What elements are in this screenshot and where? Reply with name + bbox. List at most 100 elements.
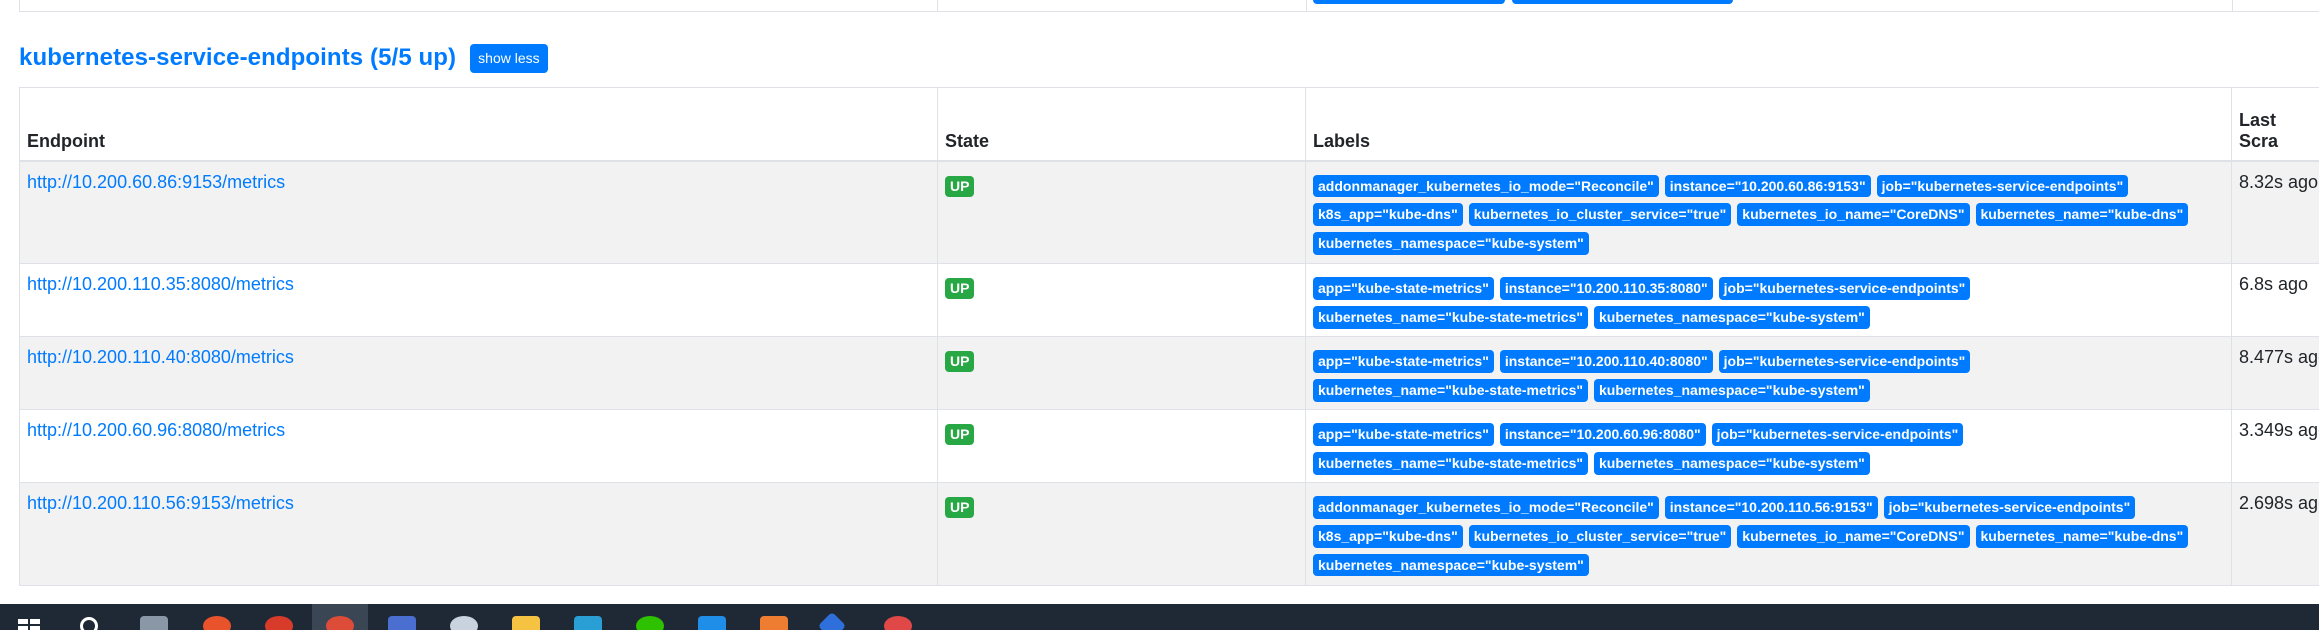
app-orange-icon[interactable] [203, 616, 231, 630]
label-badge: kubernetes_name="kube-dns" [1975, 203, 2189, 227]
label-badge: kubernetes_namespace="kube-system" [1313, 553, 1589, 577]
targets-table: Endpoint State Labels Last Scra http://1… [19, 87, 2319, 586]
endpoint-link[interactable]: http://10.200.60.86:9153/metrics [27, 172, 285, 192]
label-badge: kubernetes_io_cluster_service="true" [1468, 203, 1732, 227]
label-badge: job="kubernetes-service-endpoints" [1718, 350, 1971, 373]
show-less-button[interactable]: show less [470, 44, 548, 73]
column-header-state: State [937, 87, 1306, 162]
label-badge: kubernetes_namespace="kube-system" [1594, 451, 1870, 475]
column-header-last-scrape: Last Scra [2231, 87, 2319, 162]
label-badge: instance="10.200.60.96:8080" [1499, 423, 1706, 446]
labels-cell: addonmanager_kubernetes_io_mode="Reconci… [1305, 482, 2232, 586]
labels-list: app="kube-state-metrics" instance="10.20… [1313, 347, 2224, 402]
state-cell: UP [937, 160, 1306, 264]
label-badge: kubernetes_namespace="kube-system" [1594, 305, 1870, 329]
app-red-icon[interactable] [265, 616, 293, 630]
windows-taskbar [0, 604, 2319, 630]
last-scrape-cell: 8.477s ago [2231, 336, 2319, 410]
endpoint-cell: http://10.200.110.35:8080/metrics [19, 263, 938, 337]
endpoint-cell: http://10.200.110.56:9153/metrics [19, 482, 938, 586]
label-badge: kubernetes_io_cluster_service="true" [1468, 524, 1732, 548]
label-badge: job="kubernetes-service-endpoints" [1883, 496, 2136, 519]
endpoint-link[interactable]: http://10.200.60.96:8080/metrics [27, 420, 285, 440]
section-heading: kubernetes-service-endpoints (5/5 up) sh… [19, 44, 548, 73]
state-cell: UP [937, 409, 1306, 483]
blue-diamond-icon[interactable] [817, 611, 847, 630]
state-cell: UP [937, 482, 1306, 586]
endpoint-link[interactable]: http://10.200.110.56:9153/metrics [27, 493, 294, 513]
label-badge: kubernetes_namespace="kube-system" [1313, 232, 1589, 255]
label-badge: kubernetes_name="kube-state-metrics" [1313, 305, 1588, 329]
column-header-labels: Labels [1305, 87, 2232, 162]
label-badge: job="kubernetes-service-endpoints" [1718, 277, 1971, 300]
orange-tool-icon[interactable] [760, 616, 788, 630]
steam-icon[interactable] [450, 616, 478, 630]
labels-cell: app="kube-state-metrics" instance="10.20… [1305, 336, 2232, 410]
document-icon[interactable] [388, 616, 416, 630]
last-scrape-value: 3.349s ago [2239, 420, 2319, 440]
previous-label-badge [1313, 0, 1505, 4]
table-row: http://10.200.60.96:8080/metrics UP app=… [19, 409, 2319, 483]
labels-cell: app="kube-state-metrics" instance="10.20… [1305, 263, 2232, 337]
label-badge: addonmanager_kubernetes_io_mode="Reconci… [1313, 496, 1659, 519]
arrow-app-icon[interactable] [698, 616, 726, 630]
chrome-icon[interactable] [326, 616, 354, 630]
previous-label-badge [1512, 0, 1733, 4]
previous-table-divider [1306, 0, 1307, 11]
calculator-icon[interactable] [140, 616, 168, 630]
last-scrape-value: 8.477s ago [2239, 347, 2319, 367]
labels-list: addonmanager_kubernetes_io_mode="Reconci… [1313, 493, 2224, 577]
last-scrape-value: 2.698s ago [2239, 493, 2319, 513]
label-badge: k8s_app="kube-dns" [1313, 524, 1463, 548]
labels-list: app="kube-state-metrics" instance="10.20… [1313, 274, 2224, 329]
start-icon[interactable] [18, 619, 40, 630]
chat-icon[interactable] [574, 616, 602, 630]
label-badge: kubernetes_io_name="CoreDNS" [1737, 203, 1970, 227]
previous-table-remnant [19, 0, 2319, 12]
label-badge: kubernetes_io_name="CoreDNS" [1737, 524, 1970, 548]
label-badge: job="kubernetes-service-endpoints" [1876, 174, 2129, 198]
labels-cell: addonmanager_kubernetes_io_mode="Reconci… [1305, 160, 2232, 264]
label-badge: k8s_app="kube-dns" [1313, 203, 1463, 227]
label-badge: addonmanager_kubernetes_io_mode="Reconci… [1313, 174, 1659, 198]
state-cell: UP [937, 336, 1306, 410]
previous-table-divider [937, 0, 938, 11]
label-badge: app="kube-state-metrics" [1313, 350, 1494, 373]
labels-list: app="kube-state-metrics" instance="10.20… [1313, 420, 2224, 475]
previous-table-divider [2232, 0, 2233, 11]
table-row: http://10.200.110.40:8080/metrics UP app… [19, 336, 2319, 410]
red-round-icon[interactable] [884, 616, 912, 630]
state-badge: UP [945, 351, 975, 373]
state-badge: UP [945, 424, 975, 446]
state-badge: UP [945, 497, 975, 519]
section-title-link[interactable]: kubernetes-service-endpoints (5/5 up) [19, 44, 456, 72]
label-badge: kubernetes_name="kube-dns" [1975, 524, 2189, 548]
label-badge: app="kube-state-metrics" [1313, 277, 1494, 300]
last-scrape-cell: 3.349s ago [2231, 409, 2319, 483]
label-badge: app="kube-state-metrics" [1313, 423, 1494, 446]
last-scrape-cell: 8.32s ago [2231, 160, 2319, 264]
state-badge: UP [945, 175, 975, 197]
table-row: http://10.200.110.35:8080/metrics UP app… [19, 263, 2319, 337]
search-icon[interactable] [80, 617, 98, 630]
label-badge: instance="10.200.60.86:9153" [1664, 174, 1871, 198]
endpoint-cell: http://10.200.60.96:8080/metrics [19, 409, 938, 483]
last-scrape-cell: 6.8s ago [2231, 263, 2319, 337]
state-badge: UP [945, 278, 975, 300]
last-scrape-value: 8.32s ago [2239, 171, 2319, 192]
folder-icon[interactable] [512, 616, 540, 630]
label-badge: instance="10.200.110.56:9153" [1664, 496, 1878, 519]
table-row: http://10.200.110.56:9153/metrics UP add… [19, 482, 2319, 586]
label-badge: instance="10.200.110.35:8080" [1499, 277, 1713, 300]
label-badge: kubernetes_name="kube-state-metrics" [1313, 451, 1588, 475]
label-badge: job="kubernetes-service-endpoints" [1711, 423, 1964, 446]
endpoint-cell: http://10.200.110.40:8080/metrics [19, 336, 938, 410]
labels-list: addonmanager_kubernetes_io_mode="Reconci… [1313, 172, 2224, 255]
label-badge: kubernetes_name="kube-state-metrics" [1313, 378, 1588, 402]
endpoint-link[interactable]: http://10.200.110.40:8080/metrics [27, 347, 294, 367]
wechat-icon[interactable] [636, 616, 664, 630]
endpoint-link[interactable]: http://10.200.110.35:8080/metrics [27, 274, 294, 294]
table-header-row: Endpoint State Labels Last Scra [19, 87, 2319, 162]
page: kubernetes-service-endpoints (5/5 up) sh… [0, 0, 2319, 630]
column-header-endpoint: Endpoint [19, 87, 938, 162]
